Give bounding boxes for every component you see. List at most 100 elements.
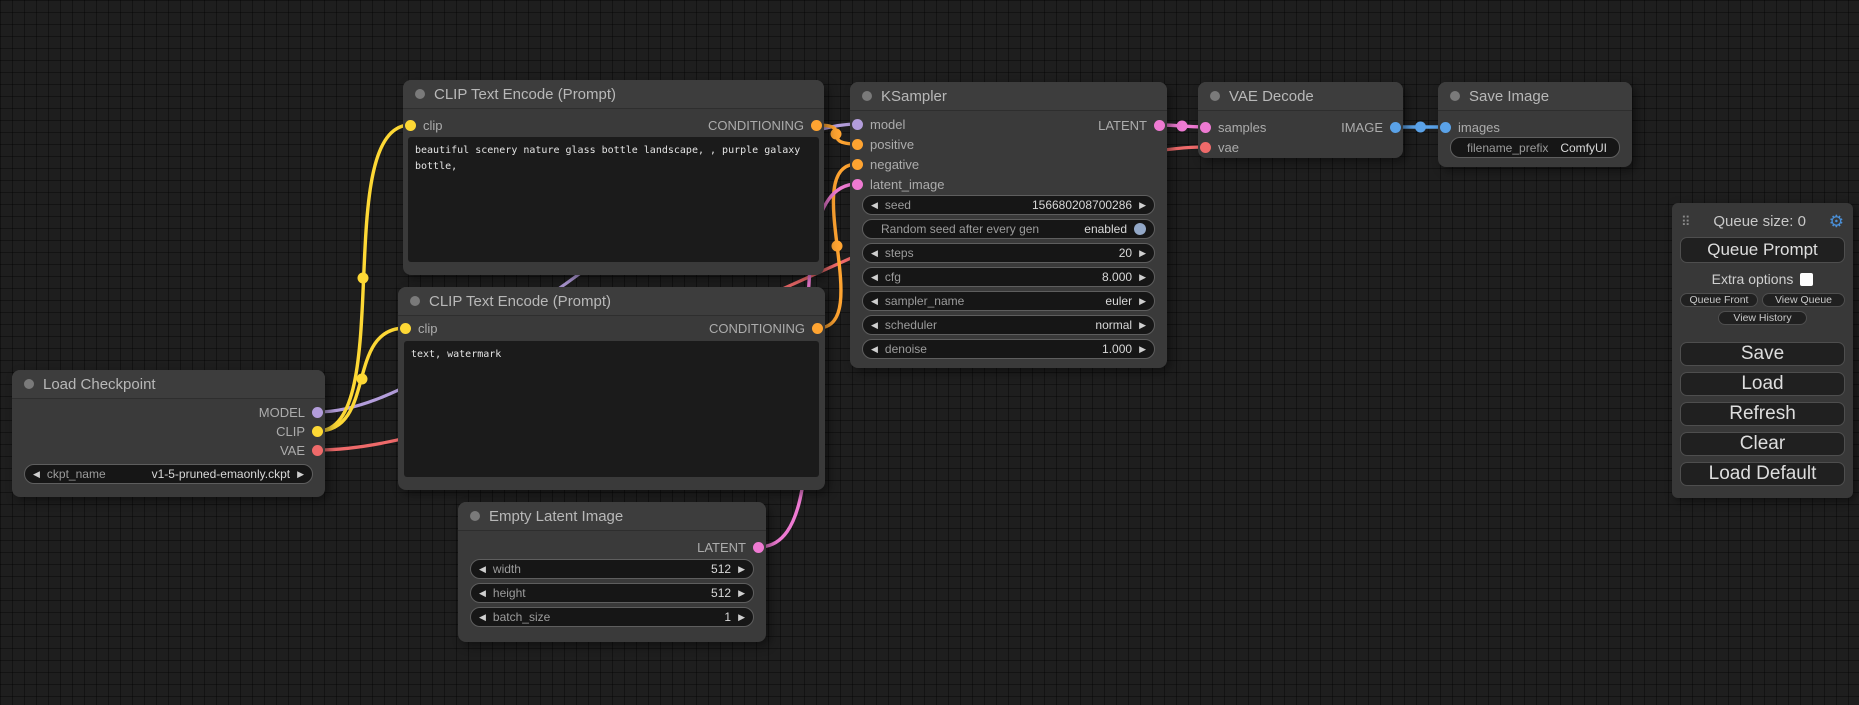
input-slot-positive[interactable]: positive	[852, 134, 914, 154]
input-slot-images[interactable]: images	[1440, 117, 1500, 137]
save-button[interactable]: Save	[1680, 342, 1845, 366]
input-slot-clip[interactable]: clip	[400, 318, 438, 338]
wire-midpoint-dot[interactable]	[832, 241, 843, 252]
load-button[interactable]: Load	[1680, 372, 1845, 396]
output-slot-conditioning[interactable]: CONDITIONING	[708, 115, 822, 135]
extra-options-checkbox[interactable]	[1800, 273, 1813, 286]
conditioning-port-icon[interactable]	[852, 139, 863, 150]
node-empty-latent-image[interactable]: Empty Latent Image LATENT ◀ width 512 ▶ …	[458, 502, 766, 642]
input-slot-negative[interactable]: negative	[852, 154, 919, 174]
image-port-icon[interactable]	[1390, 122, 1401, 133]
negative-prompt-textarea[interactable]: text, watermark	[404, 341, 819, 477]
node-title-bar[interactable]: Load Checkpoint	[12, 370, 325, 399]
node-ksampler[interactable]: KSampler model positive negative latent_…	[850, 82, 1167, 368]
conditioning-port-icon[interactable]	[811, 120, 822, 131]
increment-arrow-icon[interactable]: ▶	[1139, 201, 1146, 210]
wire-midpoint-dot[interactable]	[358, 273, 369, 284]
node-title-bar[interactable]: CLIP Text Encode (Prompt)	[398, 287, 825, 316]
increment-arrow-icon[interactable]: ▶	[1139, 249, 1146, 258]
queue-prompt-button[interactable]: Queue Prompt	[1680, 237, 1845, 263]
output-slot-model[interactable]: MODEL	[259, 402, 323, 422]
decrement-arrow-icon[interactable]: ◀	[871, 201, 878, 210]
increment-arrow-icon[interactable]: ▶	[1139, 297, 1146, 306]
steps-widget[interactable]: ◀ steps 20 ▶	[862, 243, 1155, 263]
node-title-bar[interactable]: KSampler	[850, 82, 1167, 111]
positive-prompt-textarea[interactable]: beautiful scenery nature glass bottle la…	[408, 137, 819, 262]
scheduler-widget[interactable]: ◀ scheduler normal ▶	[862, 315, 1155, 335]
wire-midpoint-dot[interactable]	[1177, 121, 1188, 132]
increment-arrow-icon[interactable]: ▶	[738, 565, 745, 574]
queue-front-button[interactable]: Queue Front	[1680, 293, 1758, 307]
node-title-bar[interactable]: CLIP Text Encode (Prompt)	[403, 80, 824, 109]
denoise-widget[interactable]: ◀ denoise 1.000 ▶	[862, 339, 1155, 359]
collapse-dot-icon[interactable]	[410, 296, 420, 306]
output-slot-image[interactable]: IMAGE	[1341, 117, 1401, 137]
ckpt-name-widget[interactable]: ◀ ckpt_name v1-5-pruned-emaonly.ckpt ▶	[24, 464, 313, 484]
decrement-arrow-icon[interactable]: ◀	[479, 565, 486, 574]
decrement-arrow-icon[interactable]: ◀	[33, 470, 40, 479]
input-slot-samples[interactable]: samples	[1200, 117, 1266, 137]
collapse-dot-icon[interactable]	[1450, 91, 1460, 101]
latent-port-icon[interactable]	[753, 542, 764, 553]
node-clip-text-encode-positive[interactable]: CLIP Text Encode (Prompt) clip CONDITION…	[403, 80, 824, 275]
conditioning-port-icon[interactable]	[812, 323, 823, 334]
model-port-icon[interactable]	[312, 407, 323, 418]
output-slot-latent[interactable]: LATENT	[697, 537, 764, 557]
increment-arrow-icon[interactable]: ▶	[1139, 273, 1146, 282]
decrement-arrow-icon[interactable]: ◀	[871, 321, 878, 330]
node-vae-decode[interactable]: VAE Decode samples vae IMAGE	[1198, 82, 1403, 158]
vae-port-icon[interactable]	[312, 445, 323, 456]
refresh-button[interactable]: Refresh	[1680, 402, 1845, 426]
input-slot-latent-image[interactable]: latent_image	[852, 174, 944, 194]
collapse-dot-icon[interactable]	[862, 91, 872, 101]
toggle-on-icon[interactable]	[1134, 223, 1146, 235]
output-slot-conditioning[interactable]: CONDITIONING	[709, 318, 823, 338]
output-slot-vae[interactable]: VAE	[280, 440, 323, 460]
batch-size-widget[interactable]: ◀ batch_size 1 ▶	[470, 607, 754, 627]
collapse-dot-icon[interactable]	[1210, 91, 1220, 101]
node-load-checkpoint[interactable]: Load Checkpoint MODEL CLIP VAE ◀ ckpt_na…	[12, 370, 325, 497]
decrement-arrow-icon[interactable]: ◀	[871, 345, 878, 354]
node-title-bar[interactable]: VAE Decode	[1198, 82, 1403, 111]
latent-port-icon[interactable]	[1200, 122, 1211, 133]
sampler-name-widget[interactable]: ◀ sampler_name euler ▶	[862, 291, 1155, 311]
increment-arrow-icon[interactable]: ▶	[738, 589, 745, 598]
vae-port-icon[interactable]	[1200, 142, 1211, 153]
seed-widget[interactable]: ◀ seed 156680208700286 ▶	[862, 195, 1155, 215]
collapse-dot-icon[interactable]	[470, 511, 480, 521]
clip-port-icon[interactable]	[312, 426, 323, 437]
output-slot-clip[interactable]: CLIP	[276, 421, 323, 441]
output-slot-latent[interactable]: LATENT	[1098, 115, 1165, 135]
view-queue-button[interactable]: View Queue	[1762, 293, 1845, 307]
width-widget[interactable]: ◀ width 512 ▶	[470, 559, 754, 579]
settings-gear-icon[interactable]: ⚙	[1829, 213, 1844, 230]
image-port-icon[interactable]	[1440, 122, 1451, 133]
increment-arrow-icon[interactable]: ▶	[1139, 345, 1146, 354]
cfg-widget[interactable]: ◀ cfg 8.000 ▶	[862, 267, 1155, 287]
decrement-arrow-icon[interactable]: ◀	[871, 273, 878, 282]
wire-midpoint-dot[interactable]	[1415, 122, 1426, 133]
wire-midpoint-dot[interactable]	[357, 374, 368, 385]
collapse-dot-icon[interactable]	[415, 89, 425, 99]
collapse-dot-icon[interactable]	[24, 379, 34, 389]
height-widget[interactable]: ◀ height 512 ▶	[470, 583, 754, 603]
latent-port-icon[interactable]	[1154, 120, 1165, 131]
filename-prefix-widget[interactable]: filename_prefix ComfyUI	[1450, 137, 1620, 158]
view-history-button[interactable]: View History	[1718, 311, 1807, 325]
model-port-icon[interactable]	[852, 119, 863, 130]
drag-handle-icon[interactable]: ⠿	[1681, 215, 1691, 228]
node-clip-text-encode-negative[interactable]: CLIP Text Encode (Prompt) clip CONDITION…	[398, 287, 825, 490]
input-slot-vae[interactable]: vae	[1200, 137, 1239, 157]
decrement-arrow-icon[interactable]: ◀	[871, 297, 878, 306]
increment-arrow-icon[interactable]: ▶	[738, 613, 745, 622]
latent-port-icon[interactable]	[852, 179, 863, 190]
decrement-arrow-icon[interactable]: ◀	[479, 613, 486, 622]
increment-arrow-icon[interactable]: ▶	[1139, 321, 1146, 330]
input-slot-model[interactable]: model	[852, 114, 905, 134]
clear-button[interactable]: Clear	[1680, 432, 1845, 456]
clip-port-icon[interactable]	[400, 323, 411, 334]
decrement-arrow-icon[interactable]: ◀	[479, 589, 486, 598]
input-slot-clip[interactable]: clip	[405, 115, 443, 135]
random-seed-toggle-widget[interactable]: Random seed after every gen enabled	[862, 219, 1155, 239]
increment-arrow-icon[interactable]: ▶	[297, 470, 304, 479]
